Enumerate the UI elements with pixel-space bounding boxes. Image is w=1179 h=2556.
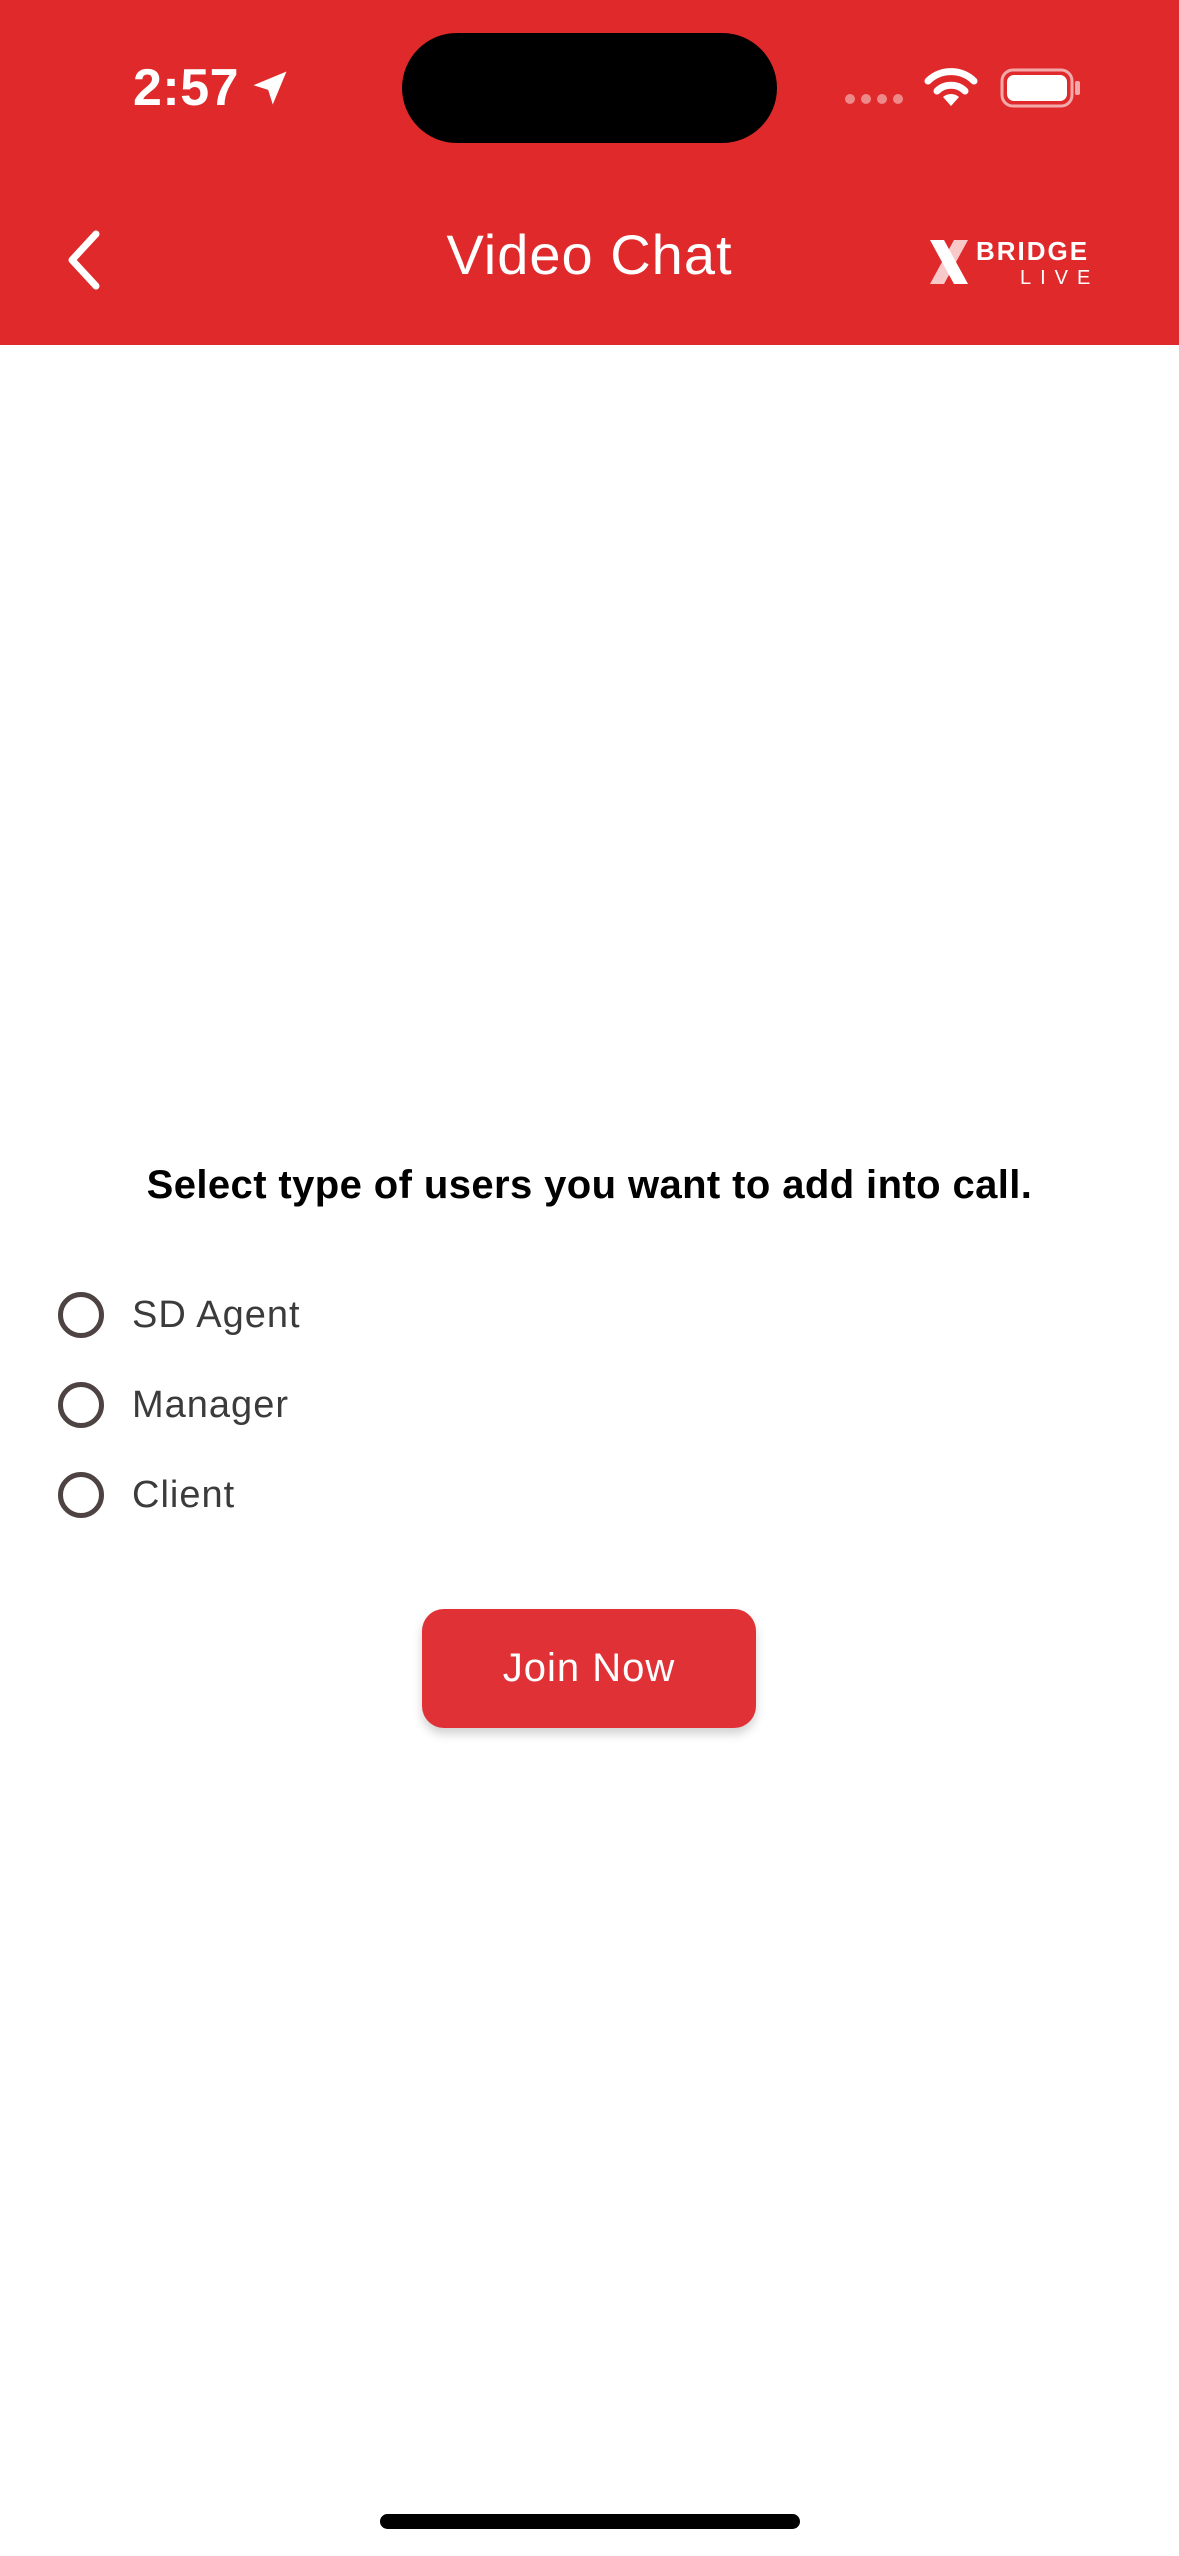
option-manager[interactable]: Manager (58, 1377, 301, 1433)
user-type-options: SD Agent Manager Client (58, 1287, 301, 1557)
battery-icon (1000, 68, 1080, 108)
x-mark-icon (930, 240, 968, 284)
radio-button[interactable] (58, 1292, 104, 1338)
logo-text-bottom: LIVE (1020, 267, 1099, 288)
user-type-prompt: Select type of users you want to add int… (146, 1163, 1033, 1207)
video-chat-screen: 2:57 Video Chat BRIDGE LIVE Select type … (0, 0, 1179, 2556)
option-sd-agent[interactable]: SD Agent (58, 1287, 301, 1343)
logo-text-top: BRIDGE (976, 236, 1089, 266)
dynamic-island (402, 33, 777, 143)
join-now-button[interactable]: Join Now (422, 1609, 756, 1728)
option-label: Manager (132, 1383, 289, 1426)
radio-button[interactable] (58, 1472, 104, 1518)
option-label: Client (132, 1473, 236, 1516)
radio-button[interactable] (58, 1382, 104, 1428)
bridge-live-logo: BRIDGE LIVE (930, 236, 1099, 288)
cellular-signal-icon (845, 94, 903, 104)
status-time: 2:57 (133, 59, 240, 117)
option-client[interactable]: Client (58, 1467, 301, 1523)
wifi-icon (924, 68, 978, 106)
home-indicator[interactable] (380, 2514, 800, 2529)
header-bar: 2:57 Video Chat BRIDGE LIVE (0, 0, 1179, 345)
option-label: SD Agent (132, 1293, 301, 1336)
location-arrow-icon (253, 71, 287, 105)
